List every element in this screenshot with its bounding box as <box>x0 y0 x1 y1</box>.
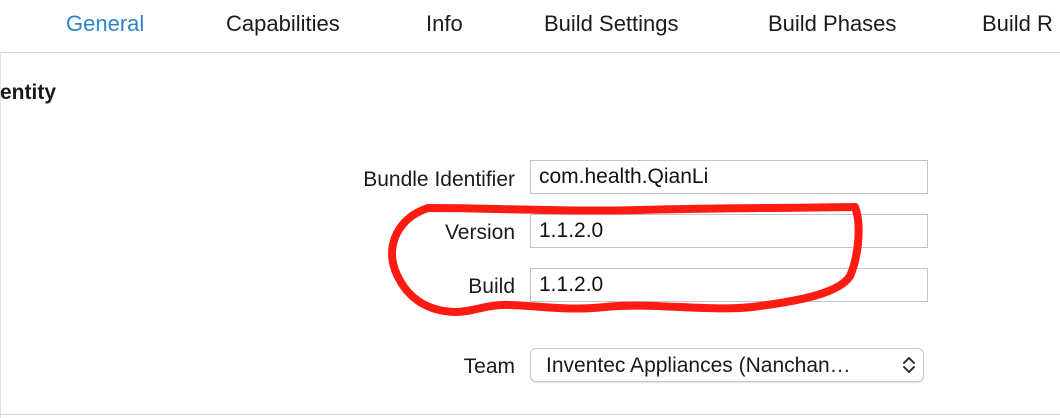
team-label: Team <box>463 355 515 378</box>
tab-general[interactable]: General <box>66 11 144 37</box>
bundle-identifier-field[interactable]: com.health.QianLi <box>530 160 928 194</box>
tab-build-rules[interactable]: Build R <box>982 11 1053 37</box>
tab-build-settings[interactable]: Build Settings <box>544 11 679 37</box>
build-label: Build <box>468 275 515 298</box>
section-title: entity <box>0 81 57 104</box>
bundle-identifier-label: Bundle Identifier <box>363 168 515 191</box>
team-select[interactable]: Inventec Appliances (Nanchan… <box>530 348 924 382</box>
tab-info[interactable]: Info <box>426 11 463 37</box>
bottom-divider <box>0 414 1060 415</box>
version-label: Version <box>444 221 515 244</box>
tab-build-phases[interactable]: Build Phases <box>768 11 896 37</box>
build-field[interactable]: 1.1.2.0 <box>530 268 928 302</box>
team-select-value: Inventec Appliances (Nanchan… <box>546 354 851 377</box>
left-divider <box>0 52 1 418</box>
tab-bar: General Capabilities Info Build Settings… <box>0 0 1060 53</box>
up-down-chevron-icon <box>903 357 915 373</box>
tab-capabilities[interactable]: Capabilities <box>226 11 340 37</box>
version-field[interactable]: 1.1.2.0 <box>530 214 928 248</box>
